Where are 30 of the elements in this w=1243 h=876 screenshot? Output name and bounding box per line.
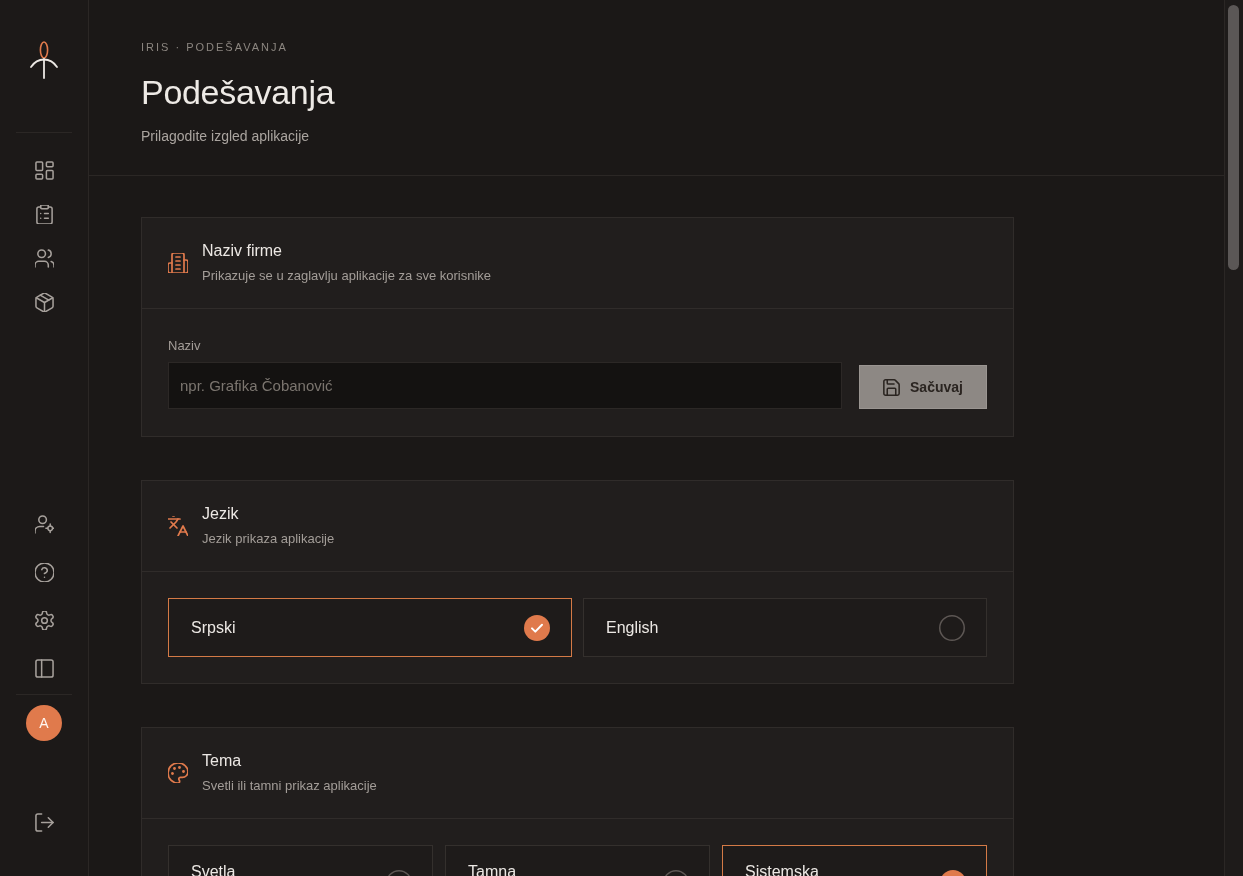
page-subtitle: Prilagodite izgled aplikacije: [141, 127, 311, 146]
user-settings-icon[interactable]: [34, 514, 54, 534]
company-name-input[interactable]: npr. Grafika Čobanović: [168, 362, 842, 409]
clipboard-list-icon[interactable]: [34, 204, 54, 224]
settings-icon[interactable]: [34, 610, 54, 630]
dashboard-icon[interactable]: [34, 160, 54, 180]
check-icon: [524, 614, 550, 641]
translate-icon: [168, 516, 188, 536]
scrollbar-thumb[interactable]: [1228, 5, 1239, 270]
save-icon: [883, 378, 901, 396]
box-icon[interactable]: [34, 292, 54, 312]
section-title: Jezik: [202, 504, 240, 524]
section-title: Tema: [202, 751, 243, 771]
section-description: Svetli ili tamni prikaz aplikacije: [202, 777, 377, 795]
breadcrumb: IRIS · PODEŠAVANJA: [141, 40, 289, 54]
sidebar-panel-icon[interactable]: [34, 658, 54, 678]
building-icon: [168, 253, 188, 273]
palette-icon: [168, 763, 188, 783]
logout-icon[interactable]: [34, 812, 54, 832]
users-icon[interactable]: [34, 248, 54, 268]
section-title: Naziv firme: [202, 241, 283, 261]
language-option[interactable]: Srpski: [168, 598, 572, 657]
logo-icon: [29, 41, 59, 79]
section-description: Jezik prikaza aplikacije: [202, 530, 335, 548]
help-icon[interactable]: [34, 562, 54, 582]
section-description: Prikazuje se u zaglavlju aplikacije za sve korisnike: [202, 267, 492, 285]
radio-icon: [939, 614, 965, 641]
field-label: Naziv: [168, 337, 202, 355]
language-option[interactable]: English: [583, 598, 987, 657]
page-title: Podešavanja: [141, 72, 336, 113]
